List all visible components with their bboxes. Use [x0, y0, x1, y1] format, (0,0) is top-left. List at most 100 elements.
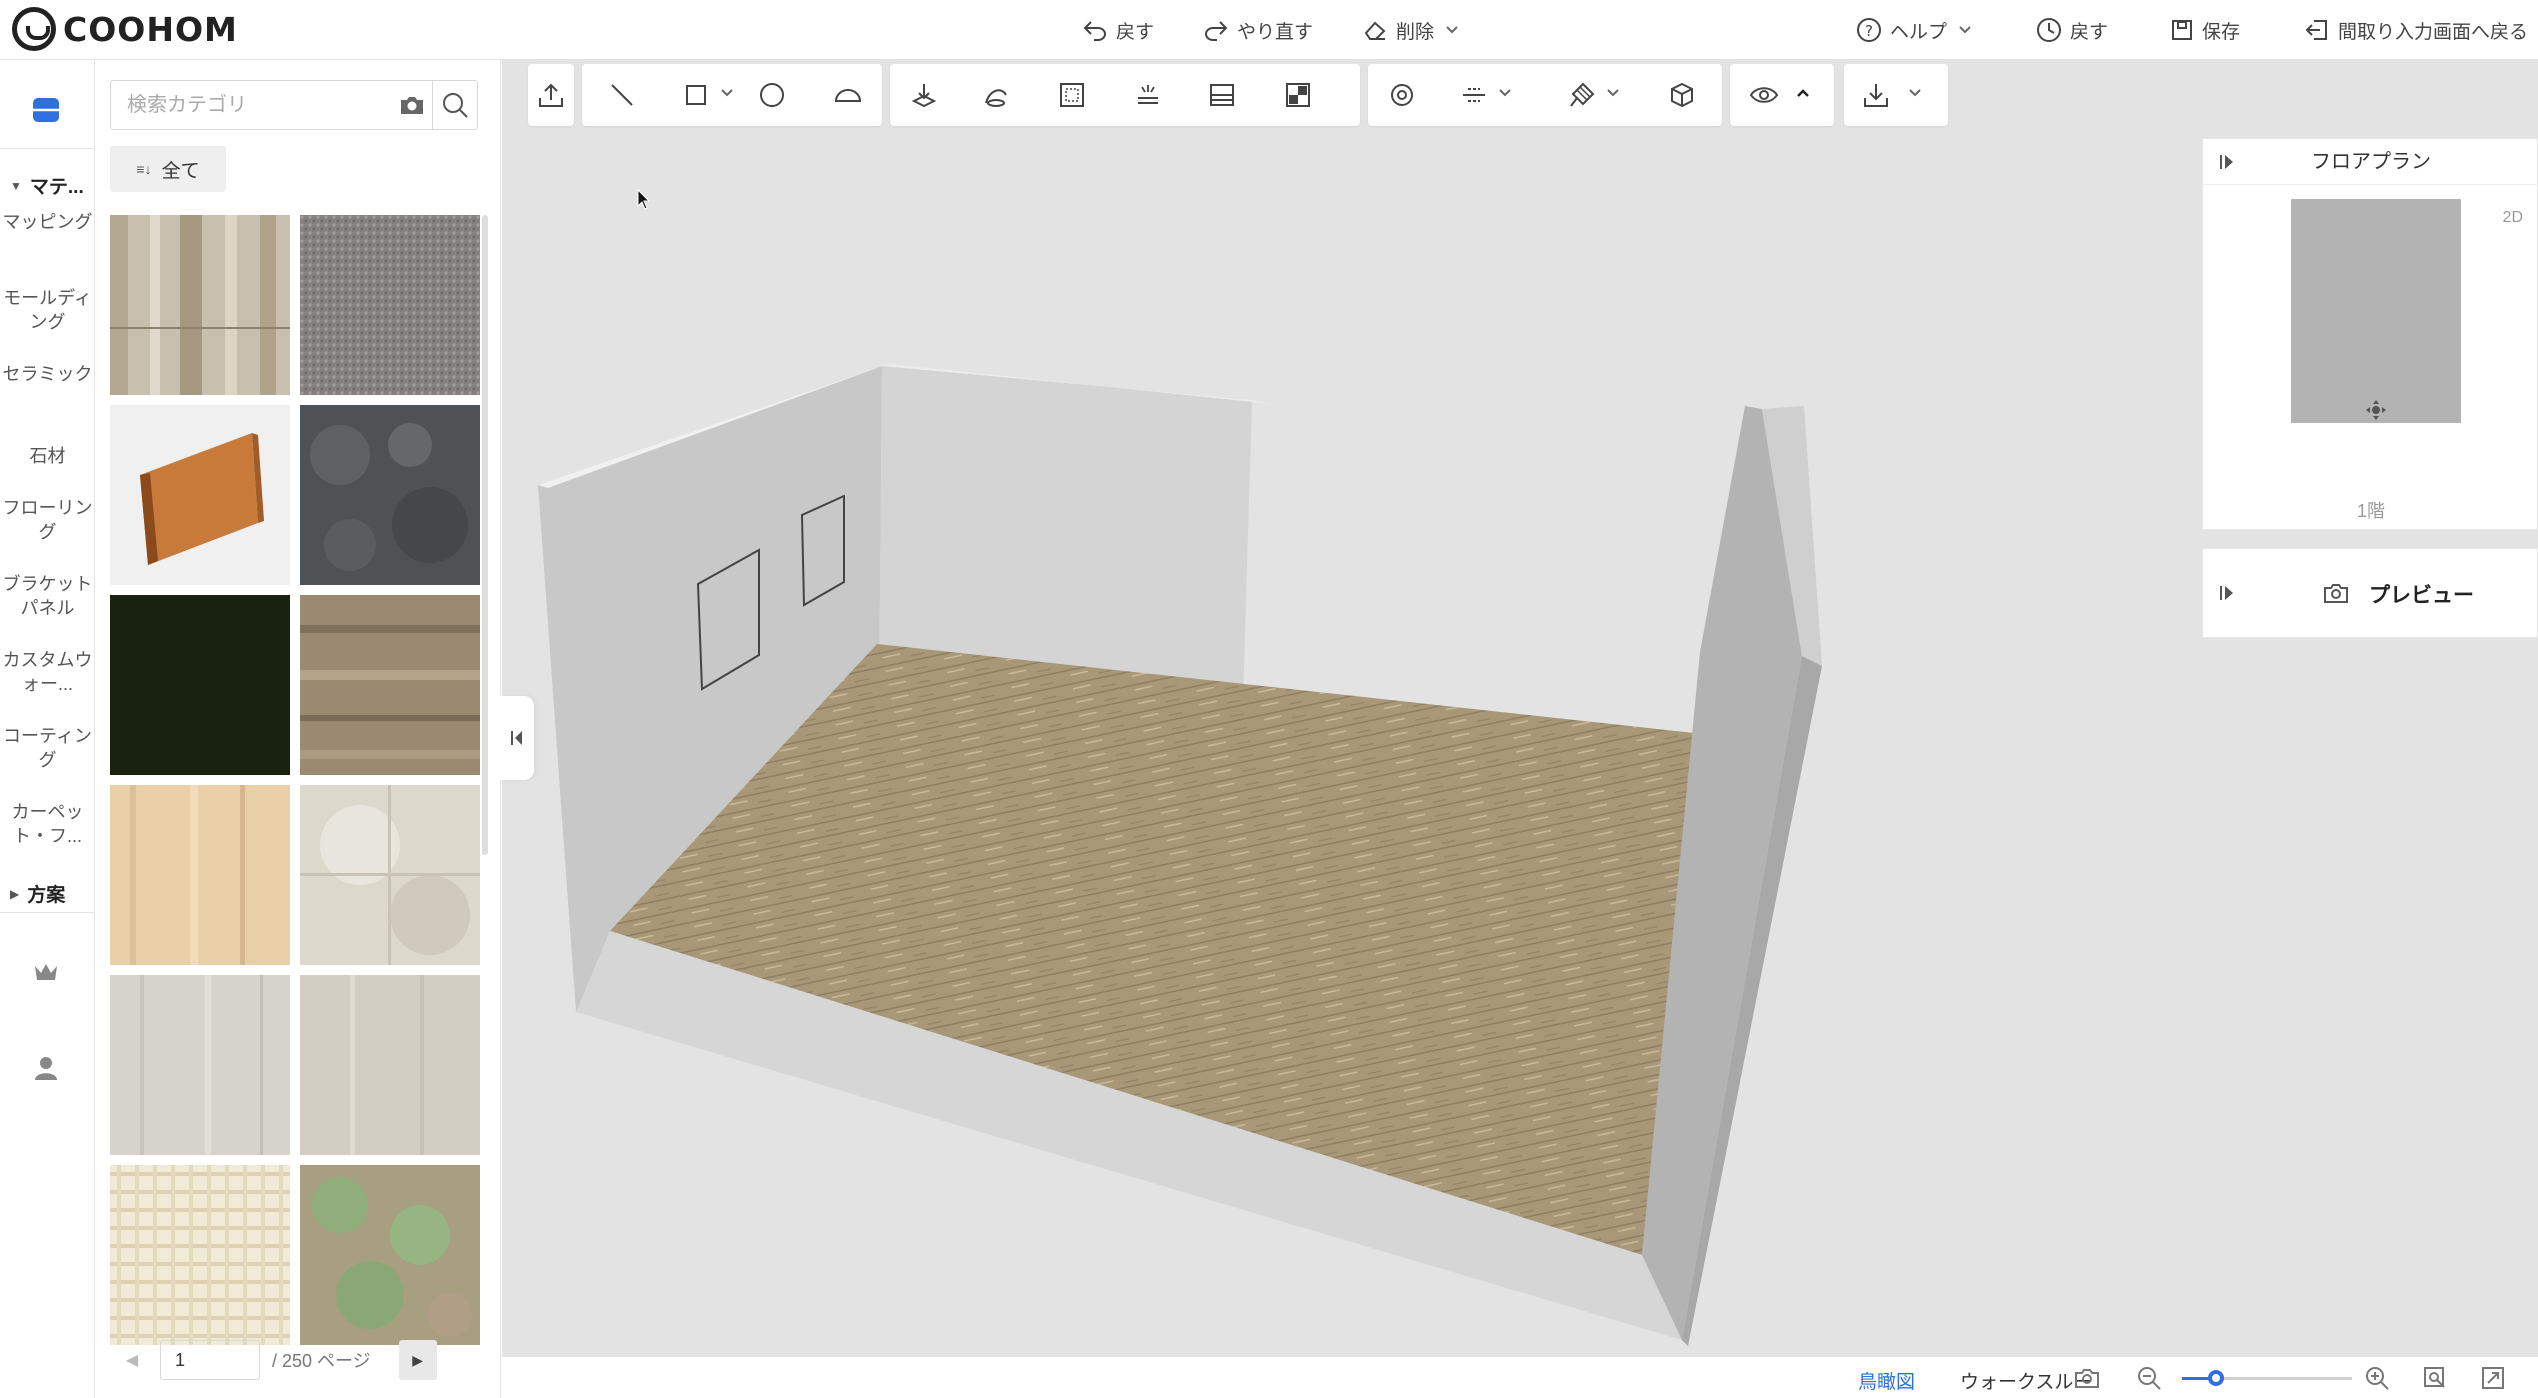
- material-tile[interactable]: [110, 215, 290, 395]
- arc-tool[interactable]: [830, 77, 866, 113]
- upload-tool[interactable]: [533, 77, 569, 113]
- extrude-tool[interactable]: [906, 77, 942, 113]
- logo-icon: [12, 7, 56, 51]
- visibility-options-dropdown[interactable]: [1796, 86, 1810, 100]
- history-button[interactable]: 戻す: [2036, 14, 2108, 46]
- layout-icon: [1286, 83, 1310, 107]
- material-tile[interactable]: [110, 975, 290, 1155]
- help-menu[interactable]: ? ヘルプ: [1856, 14, 1979, 46]
- expand-panel-icon[interactable]: [2219, 154, 2237, 170]
- filter-all-button[interactable]: ≡↓ 全て: [110, 146, 226, 192]
- material-tile[interactable]: [300, 405, 480, 585]
- rectangle-tool[interactable]: [678, 77, 714, 113]
- image-search-button[interactable]: [392, 81, 432, 129]
- save-button[interactable]: 保存: [2170, 14, 2240, 46]
- coohom-logo[interactable]: COOHOM: [12, 7, 238, 51]
- floorplan-2d-toggle[interactable]: 2D: [2503, 209, 2523, 227]
- paint-brush-tool[interactable]: [1564, 77, 1600, 113]
- download-tool[interactable]: [1858, 77, 1894, 113]
- align-options-dropdown[interactable]: [1498, 86, 1512, 100]
- user-icon[interactable]: [32, 1054, 60, 1082]
- material-tile[interactable]: [110, 785, 290, 965]
- category-mapping[interactable]: マッピング: [0, 210, 95, 234]
- category-custom-wall[interactable]: カスタムウォー...: [0, 648, 95, 696]
- redo-button[interactable]: やり直す: [1203, 14, 1313, 46]
- fullscreen-icon[interactable]: [2480, 1365, 2506, 1391]
- material-tile[interactable]: [300, 595, 480, 775]
- walkthrough-view-tab[interactable]: ウォークスルー: [1960, 1367, 2092, 1394]
- download-options-dropdown[interactable]: [1908, 86, 1922, 100]
- material-tile[interactable]: [300, 1165, 480, 1345]
- crown-icon[interactable]: [32, 958, 60, 986]
- birdseye-view-tab[interactable]: 鳥瞰図: [1858, 1367, 1915, 1394]
- circle-tool[interactable]: [754, 77, 790, 113]
- sweep-icon: [985, 89, 1007, 107]
- floorplan-minimap[interactable]: [2291, 199, 2461, 423]
- zoom-out-icon[interactable]: [2136, 1365, 2162, 1391]
- category-flooring[interactable]: フローリング: [0, 496, 95, 544]
- category-molding[interactable]: モールディング: [0, 286, 95, 334]
- chevron-down-icon: [721, 89, 733, 97]
- chevron-down-icon: [1446, 26, 1458, 34]
- light-tool[interactable]: [1130, 77, 1166, 113]
- sweep-tool[interactable]: [978, 77, 1014, 113]
- material-tile[interactable]: [110, 405, 290, 585]
- category-bracket-panel[interactable]: ブラケットパネル: [0, 572, 95, 620]
- material-tile[interactable]: [300, 785, 480, 965]
- brush-icon: [1570, 82, 1595, 107]
- line-tool[interactable]: [604, 77, 640, 113]
- delete-button[interactable]: 削除: [1362, 14, 1466, 46]
- collapse-panel-tab[interactable]: [500, 696, 534, 780]
- circle-icon: [760, 83, 784, 107]
- prev-page-button[interactable]: ◀: [110, 1350, 154, 1370]
- material-scrollbar[interactable]: [482, 215, 488, 855]
- floor-selector[interactable]: 1階: [2203, 497, 2538, 523]
- material-tile[interactable]: [300, 975, 480, 1155]
- rectangle-options-dropdown[interactable]: [720, 86, 734, 100]
- materials-icon[interactable]: [30, 96, 62, 124]
- plans-header-label: 方案: [27, 885, 66, 906]
- camera-position-icon[interactable]: [2365, 399, 2387, 421]
- materials-header[interactable]: ▼ マテ...: [10, 172, 84, 199]
- layout-tool[interactable]: [1280, 77, 1316, 113]
- exit-icon: [2305, 20, 2327, 40]
- screenshot-camera-icon[interactable]: [2074, 1365, 2100, 1391]
- search-input[interactable]: [111, 93, 392, 117]
- panel-tool[interactable]: [1204, 77, 1240, 113]
- category-coating[interactable]: コーティング: [0, 724, 95, 772]
- chevron-down-icon: [1499, 89, 1511, 97]
- next-page-button[interactable]: ▶: [398, 1340, 437, 1380]
- category-carpet[interactable]: カーペット・フ...: [0, 800, 95, 848]
- material-tile[interactable]: [300, 215, 480, 395]
- brush-options-dropdown[interactable]: [1606, 86, 1620, 100]
- preview-panel[interactable]: プレビュー: [2202, 548, 2538, 638]
- light-rays-icon: [1138, 85, 1158, 104]
- material-panel: ≡↓ 全て: [96, 60, 501, 1398]
- zoom-fit-icon[interactable]: [2422, 1365, 2448, 1391]
- floorplan-title: フロアプラン: [2203, 139, 2538, 185]
- 3d-object-tool[interactable]: [1664, 77, 1700, 113]
- preview-title: プレビュー: [2369, 584, 2474, 607]
- expand-panel-icon[interactable]: [2219, 585, 2237, 601]
- history-label: 戻す: [2070, 21, 2109, 43]
- select-area-tool[interactable]: [1054, 77, 1090, 113]
- rail-divider: [0, 912, 95, 913]
- material-tile[interactable]: [110, 1165, 290, 1345]
- tool-group-export: [1844, 64, 1948, 126]
- zoom-slider-handle[interactable]: [2208, 1370, 2224, 1386]
- help-label: ヘルプ: [1890, 21, 1948, 43]
- back-to-floorplan-button[interactable]: 間取り入力画面へ戻る: [2304, 14, 2528, 46]
- visibility-tool[interactable]: [1746, 77, 1782, 113]
- undo-button[interactable]: 戻す: [1082, 14, 1154, 46]
- plans-header[interactable]: ▶ 方案: [10, 880, 65, 907]
- material-tile[interactable]: [110, 595, 290, 775]
- rail-divider: [0, 148, 95, 149]
- page-input[interactable]: 1: [160, 1340, 260, 1380]
- zoom-in-icon[interactable]: [2364, 1365, 2390, 1391]
- tool-group-view: [1730, 64, 1834, 126]
- category-ceramic[interactable]: セラミック: [0, 362, 95, 386]
- category-stone[interactable]: 石材: [0, 444, 95, 468]
- roll-tool[interactable]: [1384, 77, 1420, 113]
- align-tool[interactable]: [1456, 77, 1492, 113]
- search-button[interactable]: [431, 81, 477, 129]
